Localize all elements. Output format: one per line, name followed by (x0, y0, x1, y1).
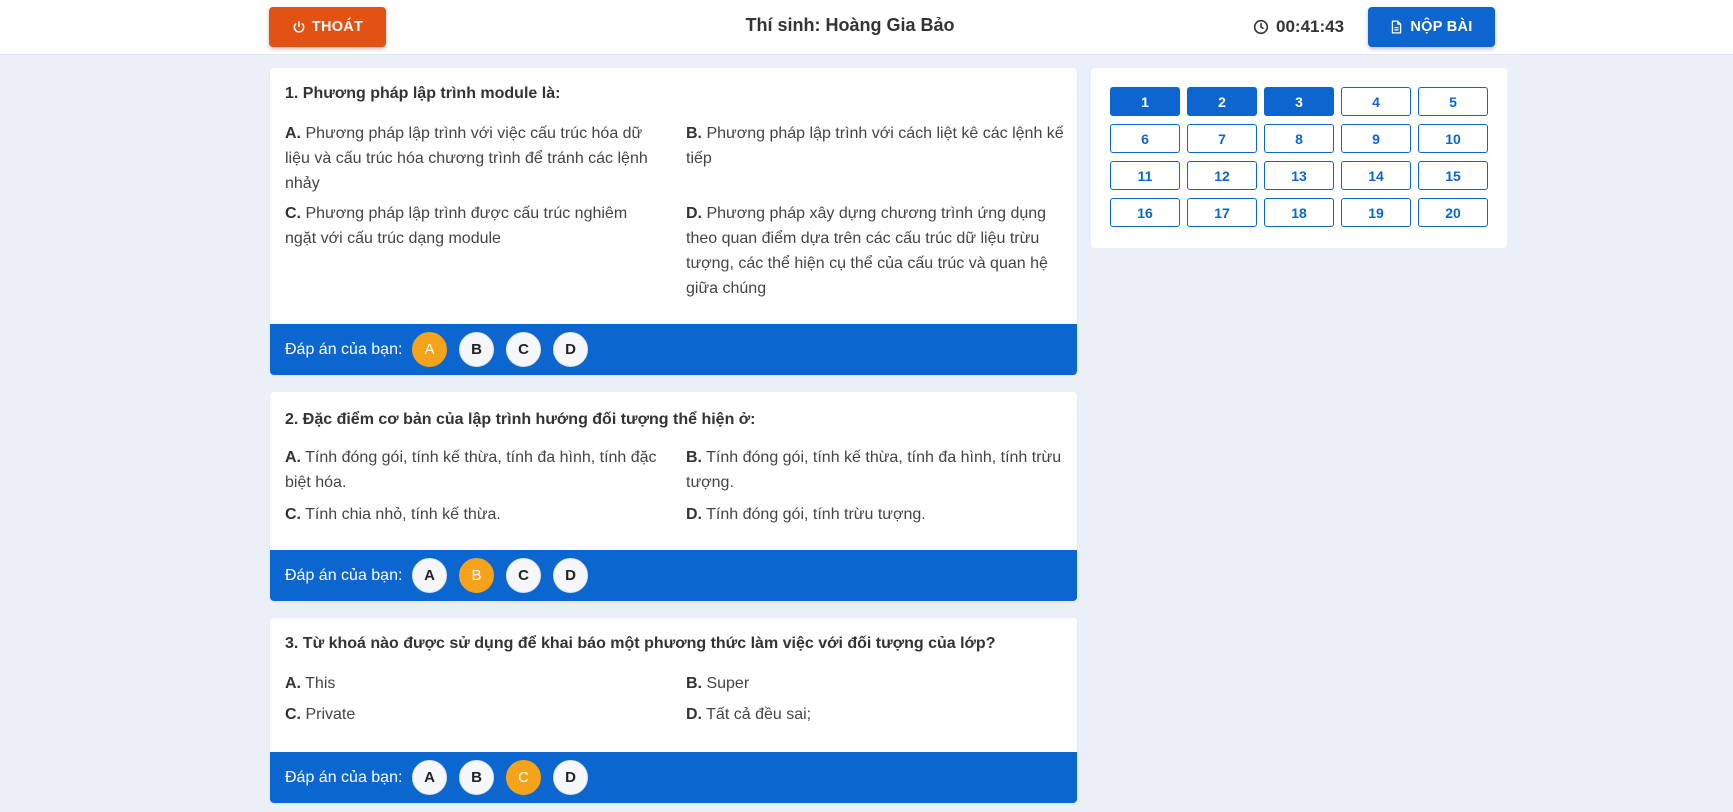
nav-question-2[interactable]: 2 (1187, 87, 1257, 116)
nav-question-9[interactable]: 9 (1341, 124, 1411, 153)
timer: 00:41:43 (1253, 15, 1344, 39)
answer-bar: Đáp án của bạn: A B C D (270, 752, 1077, 803)
nav-question-3[interactable]: 3 (1264, 87, 1334, 116)
answer-b-button[interactable]: B (459, 558, 494, 593)
question-navigator: 1 2 3 4 5 6 7 8 9 10 11 12 13 14 15 16 17 18 19 20 (1091, 68, 1507, 248)
nav-question-16[interactable]: 16 (1110, 198, 1180, 227)
submit-button[interactable]: NỘP BÀI (1368, 7, 1495, 47)
document-icon (1392, 20, 1402, 34)
nav-question-8[interactable]: 8 (1264, 124, 1334, 153)
nav-question-13[interactable]: 13 (1264, 161, 1334, 190)
nav-question-12[interactable]: 12 (1187, 161, 1257, 190)
nav-question-11[interactable]: 11 (1110, 161, 1180, 190)
nav-question-17[interactable]: 17 (1187, 198, 1257, 227)
top-bar: THOÁT Thí sinh: Hoàng Gia Bảo 00:41:43 N… (0, 0, 1733, 55)
nav-question-18[interactable]: 18 (1264, 198, 1334, 227)
nav-question-6[interactable]: 6 (1110, 124, 1180, 153)
option-d: D. Phương pháp xây dựng chương trình ứng… (686, 205, 1048, 297)
option-a: A. Phương pháp lập trình với việc cấu tr… (285, 125, 648, 192)
nav-question-15[interactable]: 15 (1418, 161, 1488, 190)
answer-c-button[interactable]: C (506, 760, 541, 795)
answer-c-button[interactable]: C (506, 558, 541, 593)
nav-question-20[interactable]: 20 (1418, 198, 1488, 227)
nav-question-1[interactable]: 1 (1110, 87, 1180, 116)
answer-bar: Đáp án của bạn: A B C D (270, 550, 1077, 601)
answer-a-button[interactable]: A (412, 558, 447, 593)
option-c: C. Phương pháp lập trình được cấu trúc n… (285, 205, 628, 247)
nav-question-5[interactable]: 5 (1418, 87, 1488, 116)
answer-label: Đáp án của bạn: (285, 566, 403, 584)
question-card-1: 1. Phương pháp lập trình module là: A. P… (270, 68, 1077, 375)
nav-question-7[interactable]: 7 (1187, 124, 1257, 153)
question-card-3: 3. Từ khoá nào được sử dụng để khai báo … (270, 618, 1077, 803)
question-title: 1. Phương pháp lập trình module là: (285, 85, 561, 102)
nav-question-4[interactable]: 4 (1341, 87, 1411, 116)
submit-button-label: NỘP BÀI (1410, 19, 1473, 35)
option-b: B. Super (686, 675, 750, 692)
option-b: B. Phương pháp lập trình với cách liệt k… (686, 125, 1064, 167)
answer-bar: Đáp án của bạn: A B C D (270, 324, 1077, 375)
option-a: A. Tính đóng gói, tính kế thừa, tính đa … (285, 449, 657, 491)
answer-b-button[interactable]: B (459, 332, 494, 367)
option-a: A. This (285, 675, 336, 692)
clock-icon (1253, 19, 1269, 35)
option-d: D. Tính đóng gói, tính trừu tượng. (686, 506, 926, 523)
answer-d-button[interactable]: D (553, 332, 588, 367)
answer-c-button[interactable]: C (506, 332, 541, 367)
option-c: C. Tính chia nhỏ, tính kế thừa. (285, 506, 501, 523)
option-d: D. Tất cả đều sai; (686, 706, 812, 723)
answer-label: Đáp án của bạn: (285, 768, 403, 786)
answer-d-button[interactable]: D (553, 558, 588, 593)
question-title: 3. Từ khoá nào được sử dụng để khai báo … (285, 635, 996, 652)
timer-value: 00:41:43 (1276, 17, 1345, 36)
candidate-name: Thí sinh: Hoàng Gia Bảo (745, 15, 955, 35)
nav-question-19[interactable]: 19 (1341, 198, 1411, 227)
option-c: C. Private (285, 706, 356, 723)
answer-a-button[interactable]: A (412, 332, 447, 367)
answer-b-button[interactable]: B (459, 760, 494, 795)
answer-d-button[interactable]: D (553, 760, 588, 795)
question-title: 2. Đặc điểm cơ bản của lập trình hướng đ… (285, 411, 756, 428)
answer-label: Đáp án của bạn: (285, 340, 403, 358)
exit-button-label: THOÁT (311, 19, 364, 35)
answer-a-button[interactable]: A (412, 760, 447, 795)
question-card-2: 2. Đặc điểm cơ bản của lập trình hướng đ… (270, 392, 1077, 601)
option-b: B. Tính đóng gói, tính kế thừa, tính đa … (686, 449, 1062, 491)
nav-question-14[interactable]: 14 (1341, 161, 1411, 190)
exit-button[interactable]: THOÁT (269, 7, 386, 47)
power-icon (293, 20, 305, 33)
nav-question-10[interactable]: 10 (1418, 124, 1488, 153)
